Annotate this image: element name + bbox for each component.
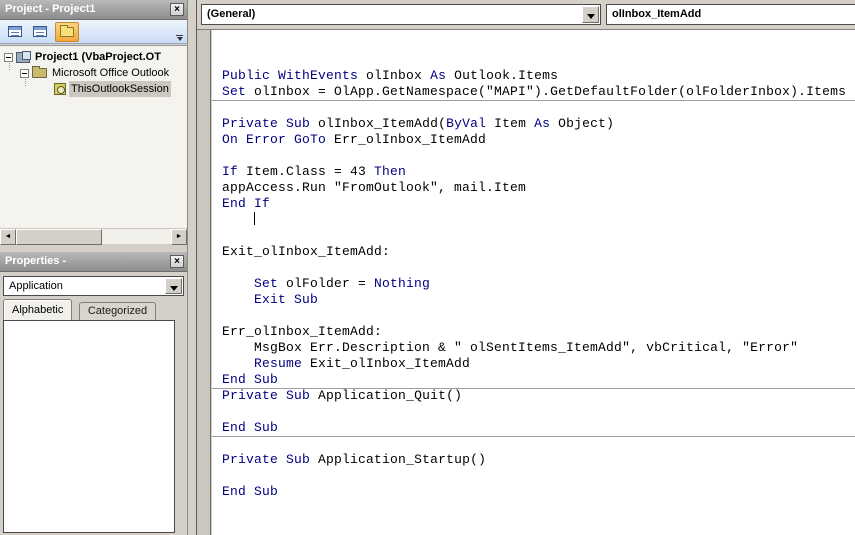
- code-line: Exit_olInbox_ItemAdd:: [222, 244, 391, 259]
- code-line: End Sub: [222, 484, 279, 499]
- properties-panel-title: Properties -: [5, 255, 67, 267]
- tree-row-outlook-objects[interactable]: Microsoft Office Outlook: [0, 65, 187, 81]
- project-panel-title: Project - Project1: [5, 3, 96, 15]
- code-margin-bar[interactable]: [197, 30, 211, 535]
- code-lines: Public WithEvents olInbox As Outlook.Ite…: [212, 68, 855, 500]
- code-line: MsgBox Err.Description & " olSentItems_I…: [222, 340, 799, 355]
- scrollbar-thumb[interactable]: [16, 229, 102, 245]
- properties-object-dropdown[interactable]: Application: [3, 276, 184, 296]
- code-line: Exit Sub: [254, 292, 319, 307]
- toggle-folders-button[interactable]: [55, 21, 79, 42]
- code-line: Public WithEvents olInbox As Outlook.Ite…: [222, 68, 559, 83]
- code-line: End If: [222, 196, 271, 211]
- code-window-inner: (General) olInbox_ItemAdd Public WithEve…: [196, 0, 855, 535]
- properties-object-value: Application: [9, 280, 63, 292]
- view-object-icon: [33, 26, 47, 37]
- code-editor[interactable]: Public WithEvents olInbox As Outlook.Ite…: [212, 30, 855, 535]
- chevron-down-icon[interactable]: [165, 278, 182, 294]
- view-code-icon: [8, 26, 22, 37]
- object-dropdown[interactable]: (General): [201, 4, 601, 25]
- properties-panel: Properties - × Application Alphabetic Ca…: [0, 252, 187, 535]
- code-line: appAccess.Run "FromOutlook", mail.Item: [222, 180, 527, 195]
- code-line: End Sub: [222, 420, 279, 435]
- tree-row-thisoutlooksession[interactable]: ThisOutlookSession: [0, 81, 187, 97]
- tree-label-project: Project1 (VbaProject.OT: [35, 51, 161, 63]
- code-line: On Error GoTo Err_olInbox_ItemAdd: [222, 132, 487, 147]
- code-line: Private Sub Application_Quit(): [222, 388, 463, 403]
- code-line: [222, 212, 855, 228]
- code-line: Private Sub olInbox_ItemAdd(ByVal Item A…: [222, 116, 615, 131]
- toggle-folders-icon: [60, 24, 74, 37]
- project-toolbar: [0, 20, 187, 44]
- code-line: Resume Exit_olInbox_ItemAdd: [254, 356, 471, 371]
- tree-label-outlook-objects: Microsoft Office Outlook: [52, 67, 170, 79]
- properties-tabs: Alphabetic Categorized: [3, 299, 184, 320]
- tab-alphabetic[interactable]: Alphabetic: [3, 299, 73, 320]
- left-dock: Project - Project1 × Project1 (VbaProjec…: [0, 0, 188, 535]
- project-horizontal-scrollbar[interactable]: ◄ ►: [0, 228, 187, 245]
- view-code-button[interactable]: [5, 23, 25, 41]
- tree-row-project[interactable]: Project1 (VbaProject.OT: [0, 49, 187, 65]
- toolbar-overflow-icon[interactable]: [175, 35, 184, 41]
- code-line: Set olFolder = Nothing: [254, 276, 431, 291]
- folder-icon: [32, 66, 47, 78]
- code-window: (General) olInbox_ItemAdd Public WithEve…: [189, 0, 855, 535]
- code-header: (General) olInbox_ItemAdd: [197, 0, 855, 30]
- code-line: Set olInbox = OlApp.GetNamespace("MAPI")…: [222, 84, 847, 99]
- procedure-dropdown[interactable]: olInbox_ItemAdd: [606, 4, 855, 25]
- close-icon[interactable]: ×: [170, 255, 184, 268]
- text-caret: [254, 212, 256, 225]
- vba-project-icon: [16, 50, 31, 63]
- properties-panel-titlebar[interactable]: Properties - ×: [0, 252, 187, 272]
- properties-list[interactable]: [3, 320, 175, 533]
- tab-categorized[interactable]: Categorized: [78, 302, 157, 320]
- close-icon[interactable]: ×: [170, 3, 184, 16]
- collapse-icon[interactable]: [4, 52, 13, 62]
- chevron-down-icon[interactable]: [582, 6, 599, 23]
- object-dropdown-value: (General): [207, 8, 256, 20]
- code-line: If Item.Class = 43 Then: [222, 164, 407, 179]
- procedure-dropdown-value: olInbox_ItemAdd: [612, 8, 702, 20]
- view-object-button[interactable]: [30, 23, 50, 41]
- tree-label-thisoutlooksession: ThisOutlookSession: [69, 81, 171, 97]
- scroll-right-icon[interactable]: ►: [171, 229, 187, 245]
- code-line: Private Sub Application_Startup(): [222, 452, 487, 467]
- project-panel: Project - Project1 × Project1 (VbaProjec…: [0, 0, 187, 245]
- code-line: Err_olInbox_ItemAdd:: [222, 324, 383, 339]
- scroll-left-icon[interactable]: ◄: [0, 229, 16, 245]
- project-tree: Project1 (VbaProject.OT Microsoft Office…: [0, 45, 187, 228]
- session-module-icon: [54, 83, 66, 95]
- collapse-icon[interactable]: [20, 68, 29, 78]
- project-panel-titlebar[interactable]: Project - Project1 ×: [0, 0, 187, 20]
- code-line: End Sub: [222, 372, 279, 387]
